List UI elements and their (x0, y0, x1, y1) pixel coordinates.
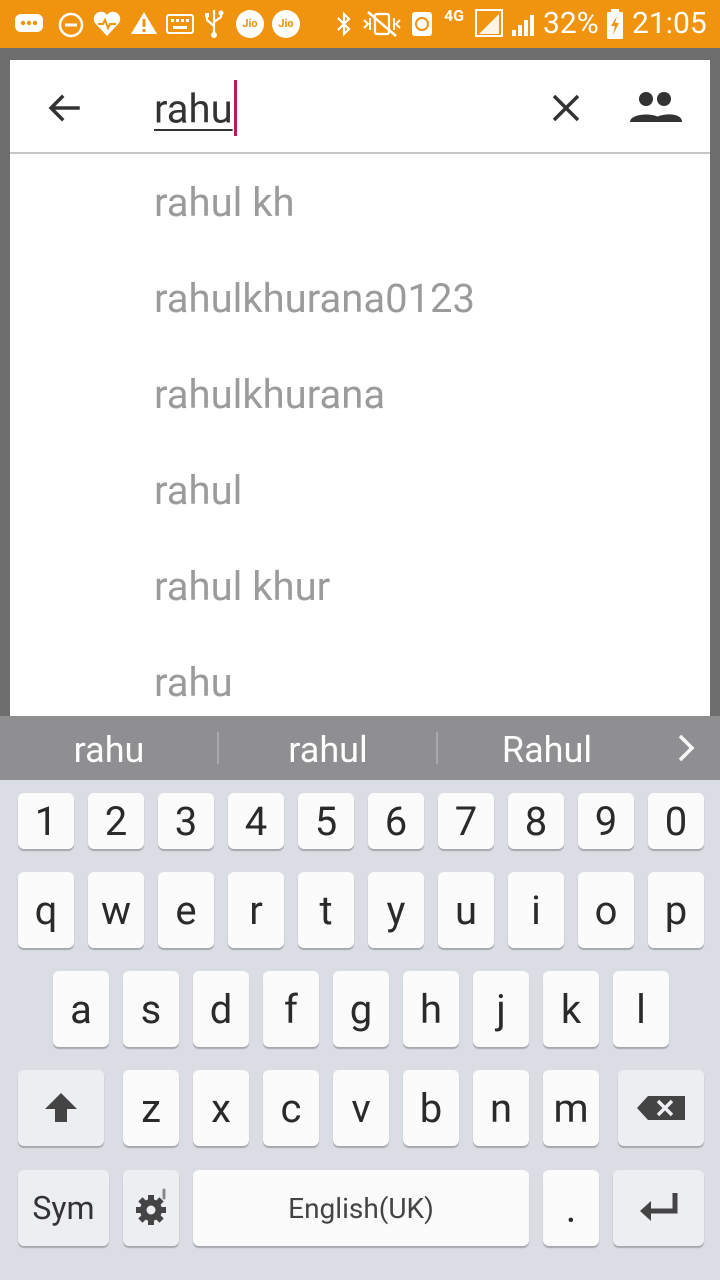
key-7[interactable]: 7 (438, 793, 494, 849)
key-o[interactable]: o (578, 872, 634, 948)
search-input[interactable]: rahu (154, 80, 237, 136)
keyboard: 1 2 3 4 5 6 7 8 9 0 q w e r t y u i o p … (0, 780, 720, 1280)
gear-icon (136, 1188, 166, 1225)
key-v[interactable]: v (333, 1070, 389, 1146)
key-b[interactable]: b (403, 1070, 459, 1146)
keyboard-icon (166, 14, 194, 34)
key-x[interactable]: x (193, 1070, 249, 1146)
prediction-item[interactable]: rahu (0, 716, 218, 780)
key-q[interactable]: q (18, 872, 74, 948)
key-j[interactable]: j (473, 971, 529, 1047)
battery-charging-icon (607, 9, 623, 39)
data-saver-icon (412, 12, 432, 36)
jio-label: Jio (242, 17, 258, 30)
people-icon[interactable] (628, 88, 684, 128)
network-type: 4G (444, 6, 465, 25)
shift-icon (45, 1093, 77, 1122)
enter-key[interactable] (613, 1170, 704, 1246)
key-0[interactable]: 0 (648, 793, 704, 849)
key-d[interactable]: d (193, 971, 249, 1047)
backspace-key[interactable] (618, 1070, 704, 1146)
key-z[interactable]: z (123, 1070, 179, 1146)
jio-label: Jio (278, 17, 294, 30)
suggestion-item[interactable]: rahul khur (154, 563, 330, 611)
battery-percent: 32% (543, 6, 599, 41)
do-not-disturb-icon (58, 12, 84, 38)
shift-key[interactable] (18, 1070, 104, 1146)
space-key[interactable]: English(UK) (193, 1170, 529, 1246)
key-u[interactable]: u (438, 872, 494, 948)
chevron-right-icon[interactable] (670, 732, 702, 764)
search-query: rahu (154, 85, 233, 133)
prediction-bar: rahu rahul Rahul (0, 716, 720, 780)
vibrate-icon (363, 11, 401, 37)
jio-icon: Jio (236, 10, 264, 38)
key-a[interactable]: a (53, 971, 109, 1047)
key-4[interactable]: 4 (228, 793, 284, 849)
key-c[interactable]: c (263, 1070, 319, 1146)
key-m[interactable]: m (543, 1070, 599, 1146)
signal-icon (475, 9, 503, 37)
key-w[interactable]: w (88, 872, 144, 948)
key-s[interactable]: s (123, 971, 179, 1047)
health-icon (93, 11, 121, 36)
arrow-back-icon[interactable] (44, 88, 84, 128)
key-l[interactable]: l (613, 971, 669, 1047)
key-h[interactable]: h (403, 971, 459, 1047)
suggestion-item[interactable]: rahulkhurana0123 (154, 275, 475, 323)
suggestion-item[interactable]: rahu (154, 659, 233, 707)
key-5[interactable]: 5 (298, 793, 354, 849)
key-n[interactable]: n (473, 1070, 529, 1146)
usb-icon (205, 10, 224, 38)
backspace-icon (637, 1096, 685, 1120)
suggestion-item[interactable]: rahulkhurana (154, 371, 385, 419)
enter-icon (639, 1193, 677, 1221)
sym-key[interactable]: Sym (18, 1170, 109, 1246)
status-bar: Jio Jio 4G 32% 21:05 (0, 0, 720, 48)
key-e[interactable]: e (158, 872, 214, 948)
key-1[interactable]: 1 (18, 793, 74, 849)
key-9[interactable]: 9 (578, 793, 634, 849)
key-r[interactable]: r (228, 872, 284, 948)
key-f[interactable]: f (263, 971, 319, 1047)
key-6[interactable]: 6 (368, 793, 424, 849)
key-t[interactable]: t (298, 872, 354, 948)
clock: 21:05 (632, 6, 707, 41)
key-k[interactable]: k (543, 971, 599, 1047)
key-p[interactable]: p (648, 872, 704, 948)
close-icon[interactable] (546, 88, 586, 128)
jio-icon: Jio (272, 10, 300, 38)
suggestion-item[interactable]: rahul (154, 467, 242, 515)
warning-icon (131, 12, 157, 34)
suggestion-item[interactable]: rahul kh (154, 179, 295, 227)
text-cursor (233, 80, 237, 136)
key-g[interactable]: g (333, 971, 389, 1047)
search-panel: rahu rahul kh rahulkhurana0123 rahulkhur… (10, 60, 710, 716)
settings-key[interactable] (123, 1170, 179, 1246)
signal-icon (512, 15, 534, 36)
period-key[interactable]: . (543, 1170, 599, 1246)
key-8[interactable]: 8 (508, 793, 564, 849)
key-y[interactable]: y (368, 872, 424, 948)
messages-icon (15, 14, 43, 32)
key-2[interactable]: 2 (88, 793, 144, 849)
sym-label: Sym (32, 1189, 95, 1227)
bluetooth-icon (337, 11, 351, 37)
prediction-item[interactable]: Rahul (438, 716, 656, 780)
key-i[interactable]: i (508, 872, 564, 948)
space-label: English(UK) (288, 1191, 434, 1225)
search-bar: rahu (10, 60, 710, 154)
prediction-item[interactable]: rahul (219, 716, 437, 780)
key-3[interactable]: 3 (158, 793, 214, 849)
